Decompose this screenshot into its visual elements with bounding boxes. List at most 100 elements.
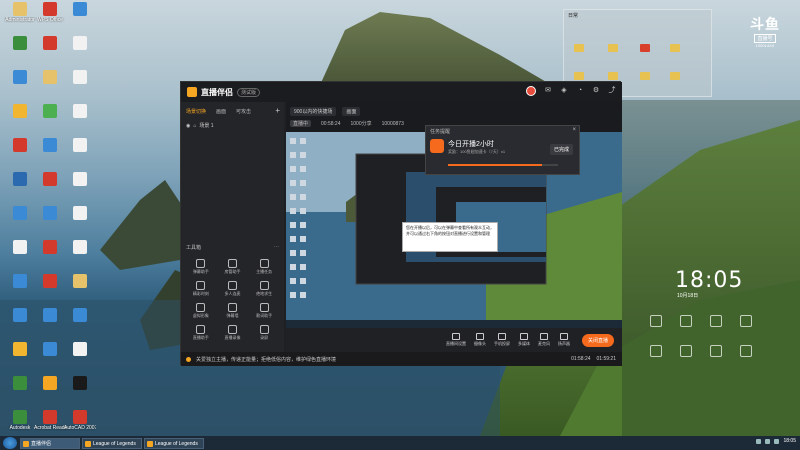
desktop-icon[interactable]: Acrobat Reader DC [34,410,66,431]
desktop-icon[interactable] [34,240,66,255]
desktop-icon[interactable] [64,274,96,289]
gadget-icon[interactable] [680,345,692,357]
bottom-tool-button[interactable]: 直播间设置 [446,333,466,347]
toolbox-item[interactable]: 直播助手 [185,325,217,341]
desktop-icon[interactable] [64,138,96,153]
desktop-icon[interactable] [4,138,36,153]
desktop-icon[interactable]: Autodesk [4,410,36,431]
toolbox-item[interactable]: 多人连麦 [217,281,249,297]
folder-icon[interactable] [640,72,650,80]
network-icon[interactable] [756,438,762,444]
folder-icon[interactable] [608,44,618,52]
gadget-icon[interactable] [710,345,722,357]
scene-item[interactable]: ◉ ⌂ 场景 1 [181,118,284,133]
desktop-icon[interactable] [4,376,36,391]
tab-scenes[interactable]: 场景切换 [186,108,206,115]
scene-tab[interactable]: 900以内的快捷场 [290,107,337,116]
toolbox-item[interactable]: 歌词助手 [248,303,280,319]
desktop-icon[interactable] [34,342,66,357]
user-avatar[interactable] [526,86,536,96]
gift-icon[interactable]: ◈ [560,87,568,95]
notification-icon[interactable]: ◔ [576,87,584,95]
desktop-icon[interactable] [64,240,96,255]
folder-icon[interactable] [574,72,584,80]
desktop-icon[interactable] [34,36,66,51]
toolbox-item[interactable]: 弹幕助手 [185,259,217,275]
gadget-icon[interactable] [680,315,692,327]
live-streaming-app-window[interactable]: 直播伴侣 测试版 ✉ ◈ ◔ ⚙ ⤴ 场景切换 画面 可攻击 + ◉ ⌂ 场景 … [180,81,622,366]
toolbox-more-icon[interactable]: ⋯ [274,244,279,251]
desktop-icon[interactable] [4,172,36,187]
desktop-icon[interactable] [64,376,96,391]
gadget-icon[interactable] [650,315,662,327]
app-icon[interactable] [640,44,650,52]
gadget-icon[interactable] [650,345,662,357]
bottom-tool-button[interactable]: 摄像头 [474,333,486,347]
desktop-icon[interactable]: WPS Office [34,2,66,23]
taskbar-item[interactable]: 直播伴侣 [20,437,80,449]
tray-clock[interactable]: 18:05 [783,438,796,444]
toolbox-item[interactable]: 直播录像 [217,325,249,341]
desktop-icon[interactable] [64,104,96,119]
desktop-icon[interactable] [4,342,36,357]
folder-icon[interactable] [608,72,618,80]
desktop-icon[interactable] [34,206,66,221]
toolbox-item[interactable]: 虚拟形象 [185,303,217,319]
tab-canvas[interactable]: 画面 [216,108,226,115]
desktop-icon[interactable] [64,172,96,187]
desktop-icon[interactable] [34,274,66,289]
desktop-icon[interactable] [34,308,66,323]
bottom-tool-button[interactable]: 麦克风 [538,333,550,347]
desktop-icon[interactable] [34,104,66,119]
desktop-icon[interactable] [4,104,36,119]
desktop-icon[interactable] [34,138,66,153]
desktop-icon[interactable] [4,70,36,85]
desktop-icon[interactable]: Administrator [4,2,36,23]
gadget-icon[interactable] [740,345,752,357]
desktop-icon[interactable] [34,376,66,391]
gadget-icon[interactable] [710,315,722,327]
desktop-icon[interactable] [4,36,36,51]
desktop-icon[interactable] [34,70,66,85]
desktop-icon[interactable] [64,36,96,51]
desktop-icon[interactable]: AutoCAD 2007 [64,410,96,431]
close-icon[interactable]: × [572,127,576,133]
desktop-icon[interactable] [34,172,66,187]
volume-icon[interactable] [765,438,771,444]
taskbar-item[interactable]: League of Legends [82,437,142,449]
add-scene-icon[interactable]: + [275,106,280,115]
settings-icon[interactable]: ⚙ [592,87,600,95]
desktop-icon[interactable] [4,206,36,221]
desktop-icon[interactable] [64,342,96,357]
desktop-icon[interactable] [64,308,96,323]
toolbox-item[interactable]: 绝地求生 [248,281,280,297]
stop-live-button[interactable]: 关闭直播 [581,334,614,347]
start-button[interactable] [3,437,17,449]
bottom-tool-button[interactable]: 手机投屏 [494,333,510,347]
message-icon[interactable]: ✉ [544,87,552,95]
gadget-icon[interactable] [740,315,752,327]
desktop-icon[interactable] [4,274,36,289]
desktop-icon[interactable] [4,240,36,255]
toolbox-item[interactable]: 主播任务 [248,259,280,275]
folder-icon[interactable] [670,72,680,80]
toolbox-item[interactable]: 精彩时刻 [185,281,217,297]
task-reminder-popup[interactable]: 任务提醒 × 今日开播2小时 奖励：100鱼翅加速卡（7天）x1 已完成 [425,125,580,175]
desktop-icon[interactable] [64,70,96,85]
desktop-icon[interactable] [64,206,96,221]
desktop-icon[interactable] [64,2,96,17]
bottom-tool-button[interactable]: 多媒体 [518,333,530,347]
toolbox-item[interactable]: 房管助手 [217,259,249,275]
task-done-button[interactable]: 已完成 [549,144,573,155]
folder-icon[interactable] [574,44,584,52]
input-icon[interactable] [774,438,780,444]
lock-icon[interactable]: ⌂ [193,123,196,129]
folder-icon[interactable] [670,44,680,52]
toolbox-item[interactable]: 录屏 [248,325,280,341]
scene-tab[interactable]: 画面 [342,107,361,116]
desktop-icon[interactable] [4,308,36,323]
bottom-tool-button[interactable]: 扬声器 [558,333,570,347]
tab-attack[interactable]: 可攻击 [236,108,251,115]
share-icon[interactable]: ⤴ [608,87,616,95]
toolbox-item[interactable]: 弹幕墙 [217,303,249,319]
